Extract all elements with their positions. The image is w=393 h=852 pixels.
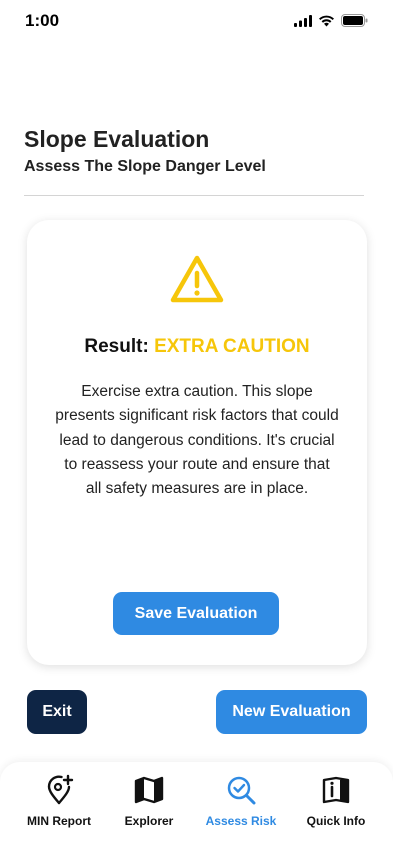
status-time: 1:00 bbox=[25, 11, 60, 30]
location-plus-icon bbox=[47, 774, 74, 805]
info-book-icon bbox=[322, 776, 350, 804]
tab-quick-info[interactable]: Quick Info bbox=[291, 774, 381, 838]
page-title: Slope Evaluation bbox=[24, 126, 210, 152]
page-subtitle: Assess The Slope Danger Level bbox=[24, 158, 266, 175]
tab-label: Explorer bbox=[124, 814, 174, 828]
save-evaluation-button[interactable]: Save Evaluation bbox=[113, 592, 279, 635]
status-icons bbox=[294, 14, 368, 27]
map-icon bbox=[134, 776, 164, 804]
wifi-icon bbox=[319, 15, 334, 26]
tab-label: MIN Report bbox=[27, 814, 91, 828]
tab-assess-risk[interactable]: Assess Risk bbox=[196, 774, 286, 838]
tab-label: Quick Info bbox=[306, 814, 366, 828]
tab-bar: MIN Report Explorer Assess Risk Quick In… bbox=[0, 762, 393, 852]
new-evaluation-button[interactable]: New Evaluation bbox=[216, 690, 367, 734]
tab-label: Assess Risk bbox=[205, 814, 277, 828]
result-line: Result: EXTRA CAUTION bbox=[27, 336, 367, 358]
header-divider bbox=[24, 195, 364, 196]
result-label: Result: bbox=[84, 336, 149, 357]
signal-icon bbox=[294, 14, 312, 27]
result-value: EXTRA CAUTION bbox=[154, 336, 310, 357]
result-card: Result: EXTRA CAUTION Exercise extra cau… bbox=[27, 220, 367, 665]
search-check-icon bbox=[227, 776, 256, 805]
result-description: Exercise extra caution. This slope prese… bbox=[55, 383, 339, 498]
warning-triangle-icon bbox=[170, 255, 224, 303]
tab-explorer[interactable]: Explorer bbox=[104, 774, 194, 838]
tab-min-report[interactable]: MIN Report bbox=[14, 774, 104, 838]
battery-icon bbox=[341, 14, 368, 27]
exit-button[interactable]: Exit bbox=[27, 690, 87, 734]
status-bar: 1:00 bbox=[0, 0, 393, 44]
